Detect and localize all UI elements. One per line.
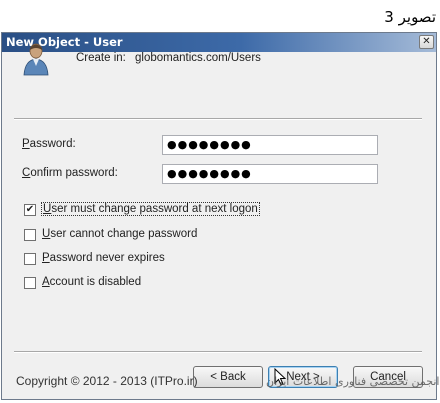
create-in-value: globomantics.com/Users (135, 52, 261, 64)
password-label-rest: assword: (29, 138, 76, 150)
password-label-accel: P (22, 138, 30, 150)
password-input[interactable]: ●●●●●●●● (162, 135, 378, 155)
title-bar[interactable]: New Object - User ✕ (2, 33, 436, 52)
new-user-dialog: New Object - User ✕ (1, 32, 437, 400)
close-icon: ✕ (422, 36, 431, 47)
create-in-label: Create in: (76, 52, 126, 64)
copyright-watermark: Copyright © 2012 - 2013 (ITPro.ir) (16, 374, 198, 388)
user-icon (23, 43, 49, 76)
option-label: Password never expires (42, 252, 165, 264)
forum-watermark: انجمن تخصصی فناوری اطلاعات ایران (266, 375, 440, 388)
option-label: User must change password at next logon (41, 202, 260, 216)
separator-top (14, 118, 422, 120)
back-button[interactable]: < Back (193, 366, 263, 388)
confirm-password-label-rest: onfirm password: (30, 167, 118, 179)
page: تصویر 3 New Object - User ✕ Create in: g… (0, 0, 440, 403)
checkmark-icon: ✔ (25, 204, 35, 215)
separator-bottom (14, 351, 422, 353)
option-label: User cannot change password (42, 228, 198, 240)
option-label: Account is disabled (42, 276, 142, 288)
confirm-password-input[interactable]: ●●●●●●●● (162, 164, 378, 184)
checkbox-password-never-expires[interactable] (24, 253, 36, 265)
confirm-password-label: Confirm password: (22, 167, 118, 179)
checkbox-account-disabled[interactable] (24, 277, 36, 289)
close-button[interactable]: ✕ (419, 35, 434, 49)
checkbox-cannot-change-password[interactable] (24, 229, 36, 241)
checkbox-must-change-password[interactable]: ✔ (24, 204, 36, 216)
password-label: Password: (22, 138, 76, 150)
figure-caption: تصویر 3 (384, 8, 436, 26)
